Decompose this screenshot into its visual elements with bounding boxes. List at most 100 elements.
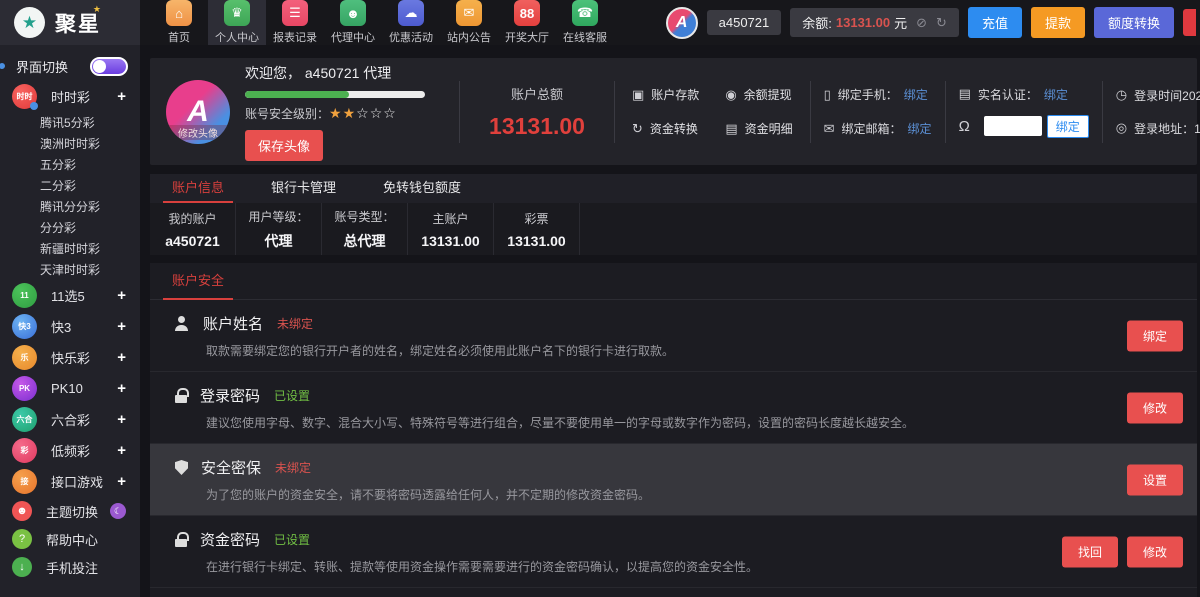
找回-button[interactable]: 找回: [1062, 536, 1118, 567]
设置-button[interactable]: 设置: [1127, 464, 1183, 495]
brand-logo[interactable]: ★ 聚星★: [0, 0, 140, 45]
nav-item-优惠活动[interactable]: ☁优惠活动: [382, 0, 440, 45]
bind-email-label: 绑定邮箱：: [842, 120, 902, 137]
sidebar-group-接口游戏[interactable]: 接接口游戏+: [0, 466, 140, 497]
tab-account-security[interactable]: 账户安全: [163, 270, 233, 300]
sidebar-item-手机投注[interactable]: ↓手机投注: [0, 553, 140, 581]
sidebar-group-快乐彩[interactable]: 乐快乐彩+: [0, 342, 140, 373]
sidebar-item-腾讯5分彩[interactable]: 腾讯5分彩: [0, 112, 140, 133]
sidebar-item-分分彩[interactable]: 分分彩: [0, 217, 140, 238]
lottery-ball-icon: 彩: [12, 438, 37, 463]
change-avatar-overlay[interactable]: 修改头像: [166, 125, 230, 140]
agent-icon: ☻: [340, 0, 366, 26]
summary-value: 代理: [265, 231, 293, 251]
security-row-actions: 修改: [1127, 392, 1183, 423]
fund-link-资金转换[interactable]: ↻资金转换: [632, 120, 699, 137]
nav-item-开奖大厅[interactable]: 88开奖大厅: [498, 0, 556, 45]
sidebar-group-时时彩[interactable]: 时时时时彩+: [0, 81, 140, 112]
sidebar-group-11选5[interactable]: 1111选5+: [0, 280, 140, 311]
sidebar-item-五分彩[interactable]: 五分彩: [0, 154, 140, 175]
profile-avatar[interactable]: A 修改头像: [166, 80, 230, 144]
额度转换-button[interactable]: 额度转换: [1094, 7, 1174, 38]
提款-button[interactable]: 提款: [1031, 7, 1085, 38]
account-total-value: 13131.00: [473, 113, 601, 140]
expand-plus-icon[interactable]: +: [117, 442, 126, 459]
status-badge: 未绑定: [277, 315, 313, 332]
main-content: A 修改头像 欢迎您， a450721 代理 账号安全级别： ★★☆☆☆ 保存头…: [140, 45, 1200, 597]
sidebar-item-帮助中心[interactable]: ?帮助中心: [0, 525, 140, 553]
sidebar-group-快3[interactable]: 快3快3+: [0, 311, 140, 342]
qq-number-input[interactable]: [984, 116, 1042, 136]
sidebar-item-主题切换[interactable]: ☻主题切换☾: [0, 497, 140, 525]
nav-item-个人中心[interactable]: ♛个人中心: [208, 0, 266, 45]
tab-银行卡管理[interactable]: 银行卡管理: [262, 174, 345, 203]
tab-免转钱包额度[interactable]: 免转钱包额度: [374, 174, 470, 203]
expand-plus-icon[interactable]: +: [117, 473, 126, 490]
summary-cell-用户等级: 用户等级：代理: [236, 203, 322, 255]
nav-item-报表记录[interactable]: ☰报表记录: [266, 0, 324, 45]
fund-link-余额提现[interactable]: ◉余额提现: [725, 86, 792, 103]
expand-plus-icon[interactable]: +: [117, 318, 126, 335]
qq-bind-row: Ω 绑定: [959, 115, 1089, 138]
绑定-button[interactable]: 绑定: [1127, 320, 1183, 351]
nav-item-在线客服[interactable]: ☎在线客服: [556, 0, 614, 45]
nav-item-label: 首页: [168, 29, 190, 45]
status-badge: 未绑定: [275, 459, 311, 476]
expand-plus-icon[interactable]: +: [117, 411, 126, 428]
nav-item-label: 报表记录: [273, 29, 317, 45]
nav-item-首页[interactable]: ⌂首页: [150, 0, 208, 45]
fund-link-资金明细[interactable]: ▤资金明细: [725, 120, 792, 137]
security-progress-bar: [245, 91, 425, 98]
qq-icon: Ω: [959, 118, 970, 135]
security-level-row: 账号安全级别： ★★☆☆☆: [245, 105, 425, 122]
user-avatar[interactable]: A: [666, 7, 698, 39]
account-total-block: 账户总额 13131.00: [473, 84, 601, 140]
sidebar-item-新疆时时彩[interactable]: 新疆时时彩: [0, 238, 140, 259]
balance-unit: 元: [894, 13, 907, 32]
star-rating-icon: ★★☆☆☆: [329, 105, 397, 122]
security-row-actions: 找回修改: [1062, 536, 1183, 567]
sidebar-item-天津时时彩[interactable]: 天津时时彩: [0, 259, 140, 280]
充值-button[interactable]: 充值: [968, 7, 1022, 38]
security-row-description: 建议您使用字母、数字、混合大小写、特殊符号等进行组合，尽量不要使用单一的字母或数…: [206, 414, 987, 431]
expand-plus-icon[interactable]: +: [117, 349, 126, 366]
expand-plus-icon[interactable]: +: [117, 287, 126, 304]
sidebar-menu: 时时时时彩+腾讯5分彩澳洲时时彩五分彩二分彩腾讯分分彩分分彩新疆时时彩天津时时彩…: [0, 81, 140, 497]
account-total-label: 账户总额: [473, 84, 601, 103]
sidebar-group-PK10[interactable]: PKPK10+: [0, 373, 140, 404]
headset-icon: ☎: [572, 0, 598, 26]
login-address: 登录地址：1: [1134, 120, 1200, 137]
bind-email-link[interactable]: 绑定: [908, 120, 932, 137]
fund-link-账户存款[interactable]: ▣账户存款: [632, 86, 699, 103]
divider: [810, 81, 811, 143]
night-mode-badge[interactable]: ☾: [110, 503, 126, 519]
eye-off-icon[interactable]: ⊘: [916, 15, 927, 31]
interface-toggle[interactable]: [90, 57, 128, 76]
修改-button[interactable]: 修改: [1127, 392, 1183, 423]
username-box: a450721: [707, 10, 782, 35]
修改-button[interactable]: 修改: [1127, 536, 1183, 567]
nav-item-代理中心[interactable]: ☻代理中心: [324, 0, 382, 45]
bind-phone-link[interactable]: 绑定: [904, 86, 928, 103]
qq-bind-button[interactable]: 绑定: [1047, 115, 1089, 138]
sidebar-item-澳洲时时彩[interactable]: 澳洲时时彩: [0, 133, 140, 154]
sidebar-group-六合彩[interactable]: 六合六合彩+: [0, 404, 140, 435]
bind-phone-row: ▯ 绑定手机： 绑定: [824, 86, 932, 103]
tab-账户信息[interactable]: 账户信息: [163, 174, 233, 203]
sidebar-item-二分彩[interactable]: 二分彩: [0, 175, 140, 196]
realname-bind-link[interactable]: 绑定: [1044, 86, 1068, 103]
sidebar-group-低频彩[interactable]: 彩低频彩+: [0, 435, 140, 466]
save-avatar-button[interactable]: 保存头像: [245, 130, 323, 161]
star-filled-icon: ★: [343, 105, 357, 121]
security-row-账户姓名: 账户姓名未绑定取款需要绑定您的银行开户者的姓名，绑定姓名必须使用此账户名下的银行…: [150, 300, 1197, 372]
realname-row: ▤ 实名认证： 绑定: [959, 86, 1089, 103]
expand-plus-icon[interactable]: +: [117, 380, 126, 397]
location-pin-icon: ◎: [1116, 120, 1127, 136]
sidebar-item-腾讯分分彩[interactable]: 腾讯分分彩: [0, 196, 140, 217]
summary-value: 13131.00: [421, 233, 479, 249]
summary-cell-彩票: 彩票13131.00: [494, 203, 580, 255]
expand-plus-icon[interactable]: +: [117, 88, 126, 105]
refresh-icon[interactable]: ↻: [936, 15, 947, 31]
nav-item-站内公告[interactable]: ✉站内公告: [440, 0, 498, 45]
logout-button-partial[interactable]: [1183, 9, 1196, 36]
